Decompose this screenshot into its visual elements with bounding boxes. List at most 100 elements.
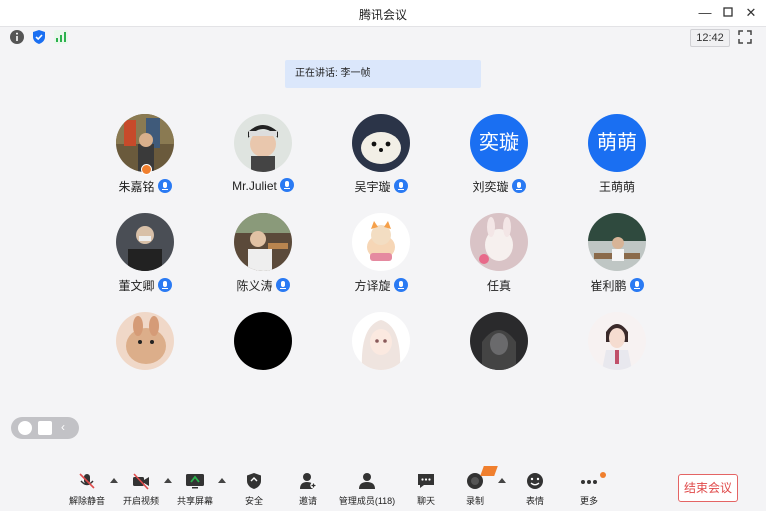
avatar [470, 312, 528, 370]
meeting-clock: 12:42 [690, 29, 730, 47]
participant-tile[interactable]: 萌萌 王萌萌 [567, 114, 667, 204]
network-signal-button[interactable] [53, 29, 69, 45]
security-button[interactable]: 安全 [234, 462, 274, 511]
mic-icon [629, 278, 644, 292]
participant-name: 董文卿 [118, 279, 155, 293]
chat-label: 聊天 [416, 496, 435, 506]
reactions-button[interactable]: 表情 [515, 462, 555, 511]
close-button[interactable]: ✕ [740, 3, 762, 23]
mic-icon [157, 179, 172, 193]
window-title: 腾讯会议 [358, 8, 407, 22]
avatar: 萌萌 [588, 114, 646, 172]
share-screen-button[interactable]: 共享屏幕 [174, 462, 216, 511]
participant-name: 崔利鹏 [590, 279, 627, 293]
avatar [116, 213, 174, 271]
minimize-button[interactable]: — [694, 3, 716, 23]
invite-label: 邀请 [298, 496, 317, 506]
participant-name: 朱嘉铭 [118, 180, 155, 194]
security-label: 安全 [244, 496, 263, 506]
participant-name: Mr.Juliet [232, 179, 277, 193]
participant-tile[interactable]: 董文卿 [95, 213, 195, 303]
start-video-button[interactable]: 开启视频 [120, 462, 162, 511]
avatar [234, 114, 292, 172]
participant-tile[interactable]: 崔利鹏 [567, 213, 667, 303]
collapse-icon[interactable]: ‹ [61, 420, 65, 434]
maximize-icon [723, 7, 733, 17]
members-icon [359, 473, 375, 489]
info-icon [10, 30, 24, 44]
fullscreen-button[interactable] [737, 29, 753, 45]
participant-tile[interactable]: 方译旋 [331, 213, 431, 303]
avatar [588, 213, 646, 271]
avatar: 奕璇 [470, 114, 528, 172]
share-options-caret-icon[interactable] [218, 478, 226, 483]
avatar [116, 312, 174, 370]
maximize-button[interactable] [717, 3, 739, 23]
chat-bubble-icon[interactable] [38, 421, 52, 435]
avatar [352, 114, 410, 172]
participant-name: 陈义涛 [236, 279, 273, 293]
avatar [588, 312, 646, 370]
more-label: 更多 [579, 496, 598, 506]
reactions-label: 表情 [525, 496, 544, 506]
mic-icon [279, 178, 294, 192]
mic-icon [511, 179, 526, 193]
share-screen-label: 共享屏幕 [176, 496, 213, 506]
participant-tile[interactable]: 陈义涛 [213, 213, 313, 303]
more-dots-icon [581, 480, 597, 484]
mic-icon [275, 278, 290, 292]
share-screen-icon [186, 474, 204, 489]
fullscreen-icon [738, 30, 752, 44]
host-badge-icon [141, 164, 152, 175]
participant-tile[interactable] [449, 312, 549, 402]
unmute-button[interactable]: 解除静音 [66, 462, 108, 511]
participant-name: 吴宇璇 [354, 180, 391, 194]
participant-name: 刘奕璇 [472, 180, 509, 194]
mic-icon [393, 278, 408, 292]
participant-tile[interactable]: 吴宇璇 [331, 114, 431, 204]
notification-dot-icon [600, 472, 606, 478]
shield-icon [33, 30, 45, 44]
meeting-info-bar: 12:42 [0, 27, 766, 49]
bottom-toolbar: 解除静音 开启视频 共享屏幕 安全 邀请 管理成员(118) 聊天 录制 表情 [0, 462, 766, 511]
avatar [470, 213, 528, 271]
camera-off-icon [133, 473, 149, 490]
signal-icon [54, 30, 68, 44]
participant-name: 方译旋 [354, 279, 391, 293]
participant-tile[interactable] [331, 312, 431, 402]
chat-button[interactable]: 聊天 [406, 462, 446, 511]
participant-tile[interactable] [213, 312, 313, 402]
shield-icon [247, 473, 261, 489]
avatar [352, 312, 410, 370]
avatar [234, 312, 292, 370]
avatar [234, 213, 292, 271]
mic-muted-icon [79, 473, 95, 489]
record-button[interactable]: 录制 [455, 462, 498, 511]
reaction-toolbar: ‹ [11, 417, 79, 439]
mic-icon [393, 179, 408, 193]
participant-name: 王萌萌 [598, 180, 635, 194]
more-button[interactable]: 更多 [569, 462, 609, 511]
info-button[interactable] [9, 29, 25, 45]
participant-tile[interactable] [95, 312, 195, 402]
emoji-toggle-icon[interactable] [18, 421, 32, 435]
smile-icon [527, 473, 543, 489]
participant-tile[interactable]: 朱嘉铭 [95, 114, 195, 204]
participant-tile[interactable]: Mr.Juliet [213, 114, 313, 204]
participant-tile[interactable] [567, 312, 667, 402]
title-bar: 腾讯会议 — ✕ [0, 0, 766, 27]
record-options-caret-icon[interactable] [498, 478, 506, 483]
manage-members-label: 管理成员(118) [338, 496, 396, 506]
new-badge-icon [480, 466, 498, 476]
security-shield-button[interactable] [31, 29, 47, 45]
video-options-caret-icon[interactable] [164, 478, 172, 483]
participant-tile[interactable]: 任真 [449, 213, 549, 303]
invite-button[interactable]: 邀请 [288, 462, 328, 511]
unmute-label: 解除静音 [68, 496, 105, 506]
end-meeting-button[interactable]: 结束会议 [678, 474, 738, 502]
participant-tile[interactable]: 奕璇 刘奕璇 [449, 114, 549, 204]
record-label: 录制 [465, 496, 484, 506]
audio-options-caret-icon[interactable] [110, 478, 118, 483]
start-video-label: 开启视频 [122, 496, 159, 506]
manage-members-button[interactable]: 管理成员(118) [336, 462, 398, 511]
